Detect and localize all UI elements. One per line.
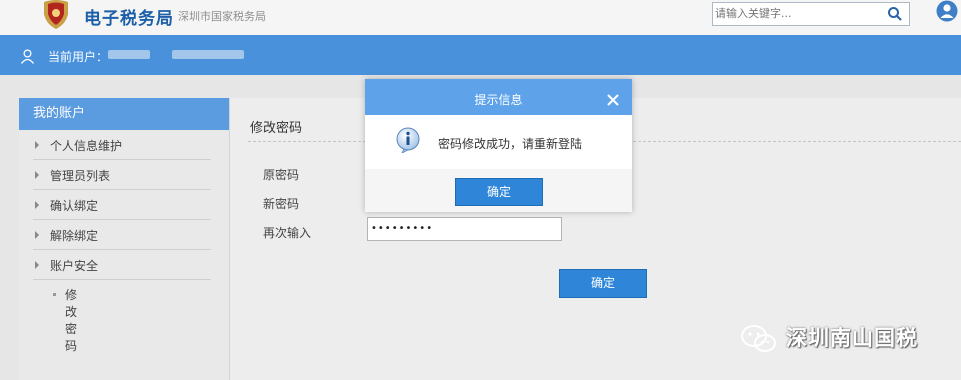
caret-right-icon	[35, 171, 39, 179]
search-input[interactable]	[715, 4, 875, 22]
confirm-button[interactable]: 确定	[559, 269, 647, 298]
person-icon	[21, 49, 34, 64]
sidebar-item-label: 管理员列表	[50, 169, 111, 183]
current-user-label: 当前用户：	[48, 50, 109, 64]
bullet-icon	[53, 293, 56, 296]
dialog-footer: 确定	[365, 169, 632, 212]
site-subtitle: 深圳市国家税务局	[178, 10, 266, 23]
site-title[interactable]: 电子税务局	[84, 4, 174, 29]
old-password-label: 原密码	[263, 168, 300, 182]
watermark-text: 深圳南山国税	[786, 326, 918, 350]
dialog-title: 提示信息	[474, 93, 523, 107]
sidebar-item-label: 确认绑定	[50, 199, 99, 213]
sidebar-heading[interactable]: 我的账户	[19, 98, 229, 130]
userid-redacted	[172, 50, 244, 59]
dialog-header: 提示信息	[365, 79, 632, 115]
dialog-message: 密码修改成功，请重新登陆	[438, 137, 583, 151]
caret-right-icon	[35, 201, 39, 209]
top-header: 电子税务局 深圳市国家税务局	[0, 0, 961, 35]
sidebar-item-profile[interactable]: 个人信息维护	[33, 130, 211, 160]
tax-emblem-logo	[44, 0, 68, 29]
caret-right-icon	[35, 261, 39, 269]
wechat-icon	[741, 325, 776, 352]
repeat-password-field[interactable]: •••••••••	[367, 217, 562, 241]
new-password-label: 新密码	[263, 197, 300, 211]
search-box	[712, 2, 910, 26]
caret-right-icon	[35, 141, 39, 149]
username-redacted	[108, 50, 150, 59]
watermark: 深圳南山国税	[740, 320, 940, 356]
sidebar: 我的账户 个人信息维护 管理员列表 确认绑定 解除绑定 账户安全 修改密码	[19, 98, 230, 380]
repeat-password-label: 再次输入	[263, 226, 312, 240]
sidebar-item-admin-list[interactable]: 管理员列表	[33, 160, 211, 190]
user-circle-icon[interactable]	[936, 0, 958, 22]
sidebar-subitem-label: 修改密码	[65, 288, 78, 353]
dialog-ok-button[interactable]: 确定	[455, 178, 543, 206]
sidebar-item-label: 解除绑定	[50, 229, 99, 243]
sidebar-item-label: 个人信息维护	[50, 139, 123, 153]
user-bar: 当前用户：	[0, 35, 961, 75]
close-icon[interactable]	[606, 93, 620, 107]
sidebar-item-confirm-binding[interactable]: 确认绑定	[33, 190, 211, 220]
search-icon[interactable]	[887, 6, 903, 22]
caret-right-icon	[35, 231, 39, 239]
alert-dialog: 提示信息 密码修改成功，请重新登陆 确定	[365, 79, 632, 212]
info-icon	[396, 127, 420, 153]
sidebar-item-unbind[interactable]: 解除绑定	[33, 220, 211, 250]
page-title: 修改密码	[250, 121, 303, 136]
sidebar-item-account-security[interactable]: 账户安全	[33, 250, 211, 280]
sidebar-item-label: 账户安全	[50, 259, 99, 273]
